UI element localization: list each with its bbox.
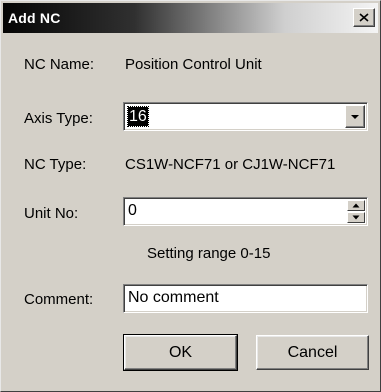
unit-no-decrement-button[interactable] — [347, 212, 365, 223]
spin-up-icon — [352, 203, 360, 208]
ok-button[interactable]: OK — [123, 334, 238, 371]
axis-type-select[interactable]: 16 — [123, 102, 368, 131]
chevron-down-icon — [351, 114, 359, 119]
close-button[interactable] — [353, 8, 375, 27]
axis-type-dropdown-button[interactable] — [345, 105, 365, 128]
nc-type-value: CS1W-NCF71 or CJ1W-NCF71 — [125, 156, 336, 173]
nc-type-label: NC Type: — [24, 156, 87, 173]
cancel-button[interactable]: Cancel — [256, 335, 369, 370]
unit-no-label: Unit No: — [24, 205, 79, 222]
comment-input-text[interactable]: No comment — [128, 289, 219, 307]
nc-name-label: NC Name: — [24, 56, 95, 73]
unit-no-increment-button[interactable] — [347, 200, 365, 211]
dialog-title: Add NC — [8, 10, 61, 26]
unit-no-input[interactable]: 0 — [128, 202, 137, 220]
nc-name-value: Position Control Unit — [125, 56, 262, 73]
comment-field[interactable]: No comment — [123, 284, 368, 313]
axis-type-selected-value: 16 — [127, 106, 149, 127]
title-bar[interactable]: Add NC — [3, 3, 378, 33]
spin-down-icon — [352, 215, 360, 220]
comment-label: Comment: — [24, 291, 94, 308]
close-icon — [359, 13, 369, 22]
add-nc-dialog: Add NC NC Name: Position Control Unit Ax… — [0, 0, 381, 392]
unit-no-stepper[interactable]: 0 — [123, 197, 368, 226]
unit-no-range-hint: Setting range 0-15 — [147, 245, 271, 262]
axis-type-label: Axis Type: — [24, 110, 93, 127]
